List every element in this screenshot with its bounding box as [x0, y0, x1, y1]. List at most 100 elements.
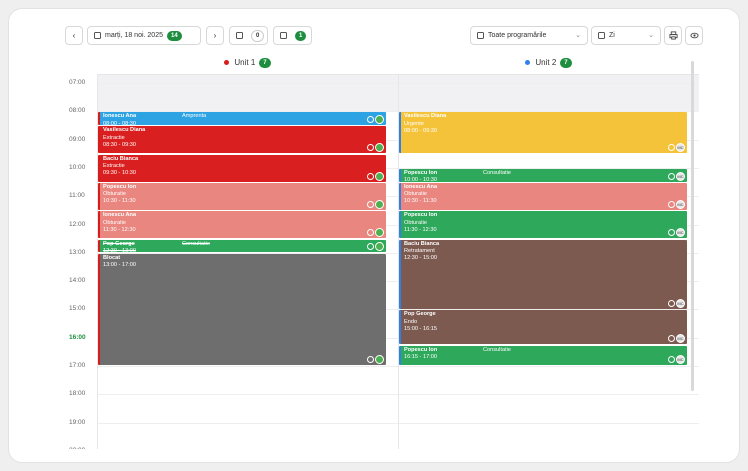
date-label: marți, 18 noi. 2025 — [105, 32, 163, 39]
doctor-avatar: MC — [676, 298, 685, 308]
doctor-avatar — [375, 114, 384, 124]
service-name: Obturatie — [103, 219, 127, 226]
service-name: Obturatie — [404, 219, 428, 226]
doctor-avatar: MC — [676, 355, 685, 365]
status-check-icon[interactable] — [367, 229, 374, 237]
calendar-grid: Unit 1 7 Unit 2 7 Ionescu Ana 08:00 - 08:30 Am… — [97, 51, 699, 449]
appointments-count-badge: 14 — [166, 30, 182, 41]
time-label: 13:00 — [69, 248, 86, 256]
time-label: 17:00 — [69, 362, 86, 369]
patient-name: Popescu Ion — [404, 212, 438, 219]
waiting-list-icon — [236, 32, 243, 39]
status-check-icon[interactable] — [367, 200, 374, 208]
status-check-icon[interactable] — [367, 356, 374, 364]
time-label: 19:00 — [69, 418, 86, 426]
appointment-card[interactable]: Ionescu Ana Obturatie 11:30 - 12:30 — [98, 211, 386, 239]
appointment-card[interactable]: Vasilescu Diana Extractie 08:30 - 09:30 — [98, 126, 386, 154]
time-axis: 07:00 08:00 09:00 10:00 11:00 12:00 13:00 14:00… — [65, 51, 97, 449]
patient-name: Blocat — [103, 254, 121, 261]
waiting-list-button[interactable]: 0 — [229, 26, 268, 45]
appointment-time: 08:00 - 09:30 — [404, 127, 437, 134]
patient-name: Popescu Ion — [404, 169, 438, 176]
appointment-time: 15:00 - 16:15 — [404, 325, 437, 332]
patient-name: Popescu Ion — [404, 346, 438, 353]
patient-name: Vasilescu Diana — [103, 127, 146, 134]
appointment-time: 08:30 - 09:30 — [103, 141, 136, 148]
appointment-card[interactable]: Popescu Ion Obturatie 10:30 - 11:30 — [98, 183, 386, 210]
requests-icon — [280, 32, 287, 39]
status-check-icon[interactable] — [668, 335, 675, 343]
service-name: Obturatie — [404, 191, 428, 198]
calendar-view-icon — [598, 32, 605, 39]
chevron-down-icon: ⌄ — [648, 32, 654, 39]
doctor-avatar — [375, 171, 384, 181]
appointment-card[interactable]: Popescu Ion Obturatie 11:30 - 12:30 MC — [399, 211, 687, 239]
appointments-filter-select[interactable]: Toate programările ⌄ — [470, 26, 588, 45]
status-check-icon[interactable] — [668, 299, 675, 307]
appointment-card[interactable]: Popescu Ion 10:00 - 10:30 Consultatie MC — [399, 168, 687, 182]
eye-icon — [689, 32, 699, 39]
doctor-avatar — [375, 228, 384, 238]
service-name: Amprenta — [182, 113, 207, 120]
unit-name: Unit 1 — [234, 58, 256, 67]
visibility-button[interactable] — [685, 26, 703, 45]
appointment-card[interactable]: Pop George 12:30 - 13:00 Consultatie — [98, 239, 386, 253]
doctor-avatar: MC — [676, 334, 685, 344]
appointment-card[interactable]: Blocat 13:00 - 17:00 — [98, 253, 386, 366]
doctor-avatar — [375, 199, 384, 209]
status-check-icon[interactable] — [668, 356, 675, 364]
appointment-time: 08:00 - 08:30 — [103, 120, 136, 125]
appointment-card[interactable]: Baciu Bianca Extractie 09:30 - 10:30 — [98, 154, 386, 182]
calendar-filter-icon — [477, 32, 484, 39]
chevron-down-icon: ⌄ — [575, 32, 581, 39]
service-name: Consultatie — [182, 240, 210, 247]
appointment-time: 09:30 - 10:30 — [103, 170, 136, 177]
appointment-card[interactable]: Pop George Endo 15:00 - 16:15 MC — [399, 310, 687, 345]
time-label: 12:00 — [69, 220, 86, 228]
patient-name: Baciu Bianca — [103, 155, 139, 162]
unit-color-dot — [525, 60, 531, 65]
appointment-card[interactable]: Baciu Bianca Retratament 12:30 - 15:00 MC — [399, 239, 687, 309]
appointment-card[interactable]: Ionescu Ana 08:00 - 08:30 Amprenta — [98, 112, 386, 125]
service-name: Consultatie — [483, 169, 511, 176]
date-picker-button[interactable]: marți, 18 noi. 2025 14 — [87, 26, 201, 45]
appointment-time: 11:30 - 12:30 — [404, 226, 437, 233]
service-name: Extractie — [103, 162, 125, 169]
time-label: 10:00 — [69, 163, 86, 171]
time-label: 14:00 — [69, 277, 86, 285]
doctor-avatar — [375, 143, 384, 153]
next-day-button[interactable]: › — [206, 26, 224, 45]
appointment-time: 12:30 - 13:00 — [103, 247, 136, 253]
patient-name: Pop George — [404, 311, 436, 318]
chevron-right-icon: › — [213, 31, 217, 40]
status-check-icon[interactable] — [367, 115, 374, 123]
view-select[interactable]: Zi ⌄ — [591, 26, 661, 45]
vertical-scrollbar[interactable] — [691, 61, 694, 391]
appointment-time: 10:00 - 10:30 — [404, 177, 437, 182]
appointment-card[interactable]: Ionescu Ana Obturatie 10:30 - 11:30 MC — [399, 183, 687, 210]
time-label: 07:00 — [69, 79, 86, 86]
appointment-time: 11:30 - 12:30 — [103, 226, 136, 233]
calendar-icon — [94, 32, 101, 39]
doctor-avatar: MC — [676, 171, 685, 181]
calendar-card: ‹ marți, 18 noi. 2025 14 › 0 1 Toate pro… — [8, 8, 740, 463]
status-check-icon[interactable] — [668, 229, 675, 237]
unit-name: Unit 2 — [535, 58, 557, 67]
status-check-icon[interactable] — [367, 144, 374, 152]
appointment-time: 13:00 - 17:00 — [103, 262, 136, 268]
patient-name: Vasilescu Diana — [404, 113, 447, 120]
print-button[interactable] — [664, 26, 682, 45]
status-check-icon[interactable] — [668, 172, 675, 180]
appointment-card[interactable]: Vasilescu Diana Urgente 08:00 - 09:30 MC — [399, 112, 687, 154]
service-name: Retratament — [404, 247, 435, 254]
time-label: 18:00 — [69, 390, 86, 398]
status-check-icon[interactable] — [668, 200, 675, 208]
pending-count-badge: 1 — [295, 30, 307, 41]
doctor-avatar: MC — [676, 199, 685, 209]
status-check-icon[interactable] — [668, 144, 675, 152]
pending-requests-button[interactable]: 1 — [273, 26, 312, 45]
appointment-card[interactable]: Popescu Ion 16:15 - 17:00 Consultatie MC — [399, 345, 687, 366]
unit-count-badge: 7 — [560, 57, 572, 68]
status-check-icon[interactable] — [367, 172, 374, 180]
prev-day-button[interactable]: ‹ — [65, 26, 83, 45]
